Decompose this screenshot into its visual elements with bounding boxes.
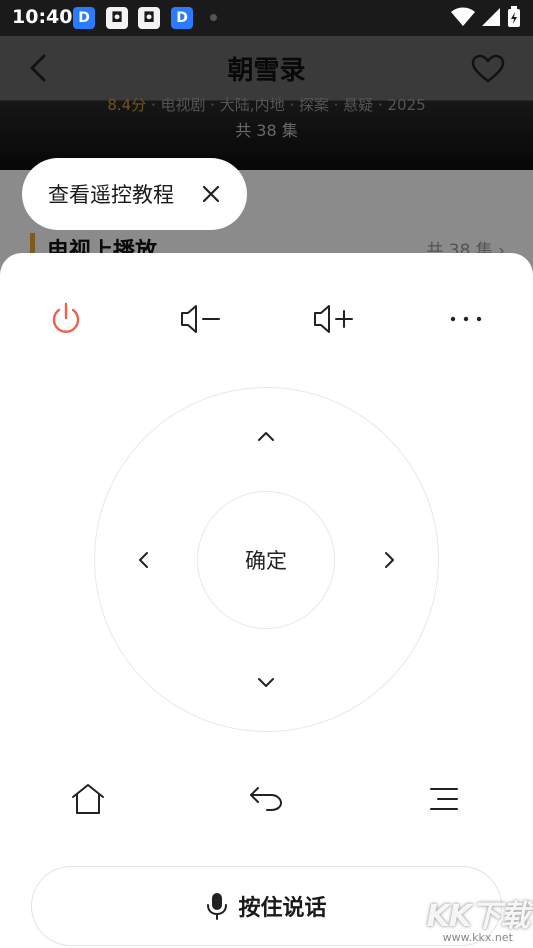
close-icon[interactable] xyxy=(201,184,221,204)
home-button[interactable] xyxy=(66,777,110,821)
microphone-icon xyxy=(207,893,228,920)
chevron-down-icon xyxy=(258,678,274,687)
ok-button[interactable]: 确定 xyxy=(197,491,335,629)
volume-up-button[interactable] xyxy=(311,297,355,341)
back-icon xyxy=(250,787,283,811)
volume-up-icon xyxy=(314,305,353,333)
sync-notification-icon: ◘ xyxy=(138,7,160,29)
watermark-logo: KK下载 xyxy=(426,899,530,934)
down-button[interactable] xyxy=(246,663,286,703)
power-icon xyxy=(52,302,80,333)
up-button[interactable] xyxy=(246,416,286,456)
volume-down-icon xyxy=(181,305,220,333)
chevron-up-icon xyxy=(258,432,274,441)
back-button[interactable] xyxy=(244,777,288,821)
more-icon xyxy=(450,316,482,322)
more-button[interactable] xyxy=(444,297,488,341)
status-time: 10:40 xyxy=(12,6,73,28)
site-watermark: KK下载 www.kkx.net xyxy=(427,891,530,944)
chevron-right-icon xyxy=(385,552,394,568)
remote-tutorial-tooltip[interactable]: 查看遥控教程 xyxy=(22,158,247,230)
menu-button[interactable] xyxy=(422,777,466,821)
sync-notification-icon: ◘ xyxy=(106,7,128,29)
tutorial-label: 查看遥控教程 xyxy=(48,183,174,207)
power-button[interactable] xyxy=(44,297,88,341)
battery-charging-icon xyxy=(508,6,520,27)
remote-control-sheet: 确定 按住说话 xyxy=(0,253,533,948)
app-notification-icon: D xyxy=(73,7,95,29)
volume-down-button[interactable] xyxy=(178,297,222,341)
right-button[interactable] xyxy=(370,540,410,580)
home-icon xyxy=(72,784,104,814)
hold-to-talk-label: 按住说话 xyxy=(238,896,327,921)
status-bar: 10:40 D ◘ ◘ D xyxy=(0,0,533,36)
more-notifications-dot xyxy=(210,14,217,21)
wifi-icon xyxy=(451,7,475,26)
ok-label: 确定 xyxy=(245,549,287,573)
chevron-left-icon xyxy=(139,552,148,568)
signal-icon xyxy=(482,8,500,26)
menu-icon xyxy=(430,788,458,810)
app-notification-icon: D xyxy=(171,7,193,29)
left-button[interactable] xyxy=(123,540,163,580)
